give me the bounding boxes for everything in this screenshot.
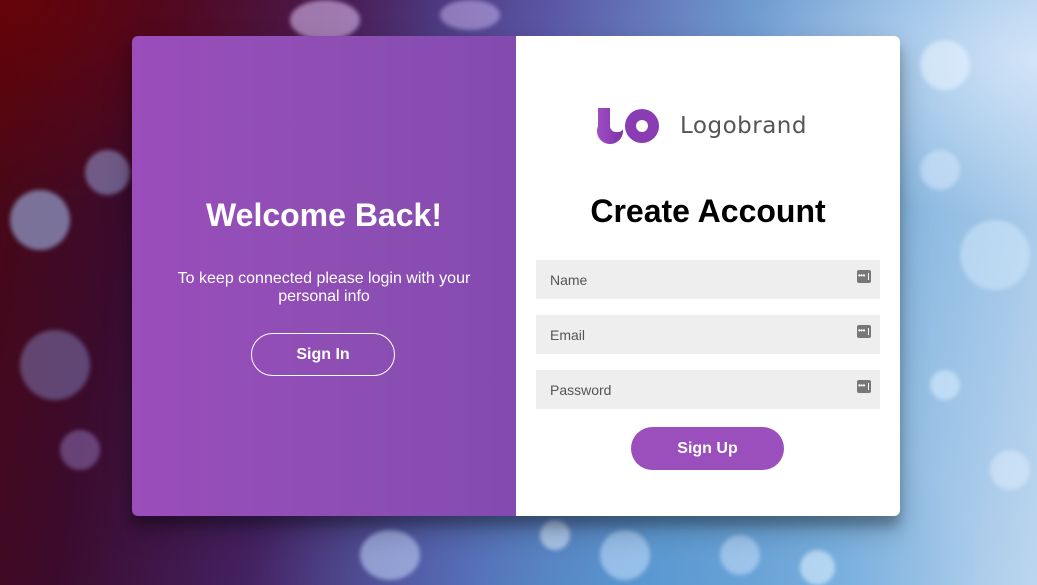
password-manager-icon[interactable] — [857, 325, 871, 338]
name-field — [536, 260, 880, 299]
create-account-heading: Create Account — [590, 193, 826, 229]
bokeh-light — [20, 330, 90, 400]
brand-logo: Logobrand — [596, 106, 807, 146]
bokeh-light — [440, 0, 500, 30]
welcome-panel: Welcome Back! To keep connected please l… — [132, 36, 516, 516]
password-manager-icon[interactable] — [857, 270, 871, 283]
bokeh-light — [540, 520, 570, 550]
email-field — [536, 315, 880, 354]
password-field — [536, 370, 880, 409]
logobrand-infinity-icon — [597, 108, 659, 144]
bokeh-light — [920, 40, 970, 90]
sign-up-button[interactable]: Sign Up — [631, 427, 784, 470]
bokeh-light — [990, 450, 1030, 490]
signup-panel: Logobrand Create Account Sign Up — [516, 36, 900, 516]
bokeh-light — [920, 150, 960, 190]
password-input[interactable] — [536, 370, 880, 409]
bokeh-light — [800, 550, 835, 585]
sign-in-button[interactable]: Sign In — [251, 333, 395, 376]
bokeh-light — [960, 220, 1030, 290]
name-input[interactable] — [536, 260, 880, 299]
auth-card: Welcome Back! To keep connected please l… — [132, 36, 900, 516]
welcome-heading: Welcome Back! — [206, 197, 442, 233]
bokeh-light — [360, 530, 420, 580]
bokeh-light — [930, 370, 960, 400]
email-input[interactable] — [536, 315, 880, 354]
bokeh-light — [10, 190, 70, 250]
bokeh-light — [60, 430, 100, 470]
brand-name: Logobrand — [680, 113, 807, 139]
bokeh-light — [600, 530, 650, 580]
welcome-message: To keep connected please login with your… — [177, 270, 471, 305]
bokeh-light — [85, 150, 130, 195]
password-manager-icon[interactable] — [857, 380, 871, 393]
bokeh-light — [290, 0, 360, 40]
bokeh-light — [720, 535, 760, 575]
